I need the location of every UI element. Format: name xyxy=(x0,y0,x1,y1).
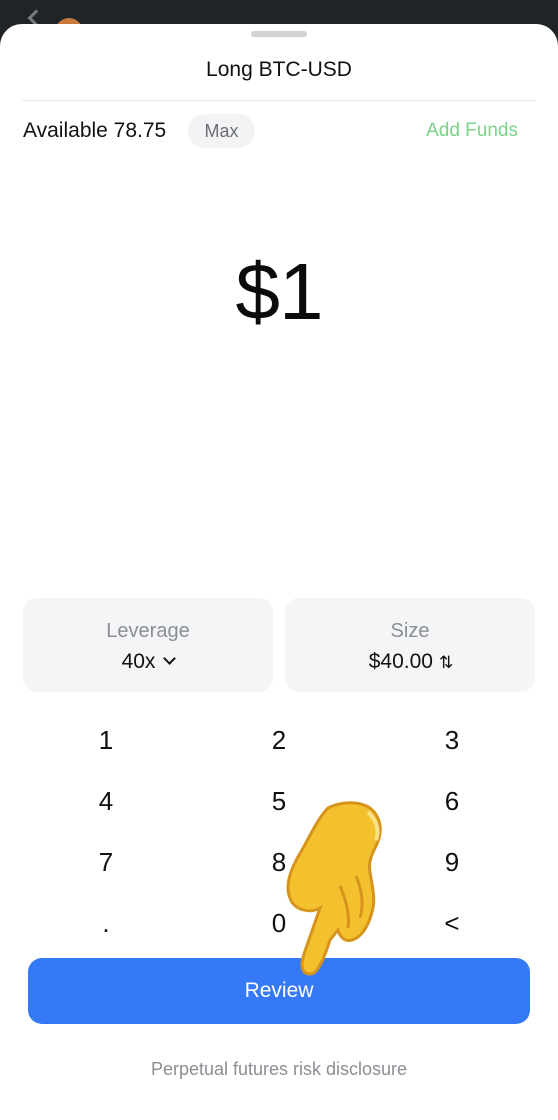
keypad-key[interactable]: 7 xyxy=(56,837,156,887)
size-label: Size xyxy=(390,620,430,642)
keypad-key-decimal[interactable]: . xyxy=(56,898,156,948)
chevron-down-icon xyxy=(163,652,177,665)
order-amount: $1 xyxy=(235,247,324,336)
review-button[interactable]: Review xyxy=(28,958,530,1024)
sheet-grabber-handle[interactable] xyxy=(251,31,307,37)
leverage-label: Leverage xyxy=(106,620,190,642)
pointing-hand-icon xyxy=(286,801,382,976)
keypad-key[interactable]: 1 xyxy=(56,715,156,765)
swap-units-icon[interactable]: ⇅ xyxy=(439,653,453,673)
header-divider xyxy=(22,100,536,101)
size-display[interactable]: Size $40.00 ⇅ xyxy=(285,598,535,692)
leverage-value-row: 40x xyxy=(23,650,273,674)
keypad-key[interactable]: 2 xyxy=(229,715,329,765)
keypad-key[interactable]: 6 xyxy=(402,776,502,826)
sheet-title: Long BTC-USD xyxy=(206,58,352,81)
keypad-key[interactable]: 3 xyxy=(402,715,502,765)
order-sheet: Long BTC-USD Available 78.75 Max Add Fun… xyxy=(0,24,558,1120)
size-value: $40.00 xyxy=(368,650,433,673)
size-value-row: $40.00 ⇅ xyxy=(285,650,535,674)
max-button[interactable]: Max xyxy=(188,114,255,148)
leverage-selector[interactable]: Leverage 40x xyxy=(23,598,273,692)
keypad-key-backspace[interactable]: < xyxy=(402,898,502,948)
keypad-key[interactable]: 4 xyxy=(56,776,156,826)
add-funds-link[interactable]: Add Funds xyxy=(426,120,518,142)
risk-disclosure-link[interactable]: Perpetual futures risk disclosure xyxy=(0,1059,558,1080)
available-balance: Available 78.75 xyxy=(23,119,167,142)
leverage-value: 40x xyxy=(121,650,156,673)
keypad-key[interactable]: 9 xyxy=(402,837,502,887)
